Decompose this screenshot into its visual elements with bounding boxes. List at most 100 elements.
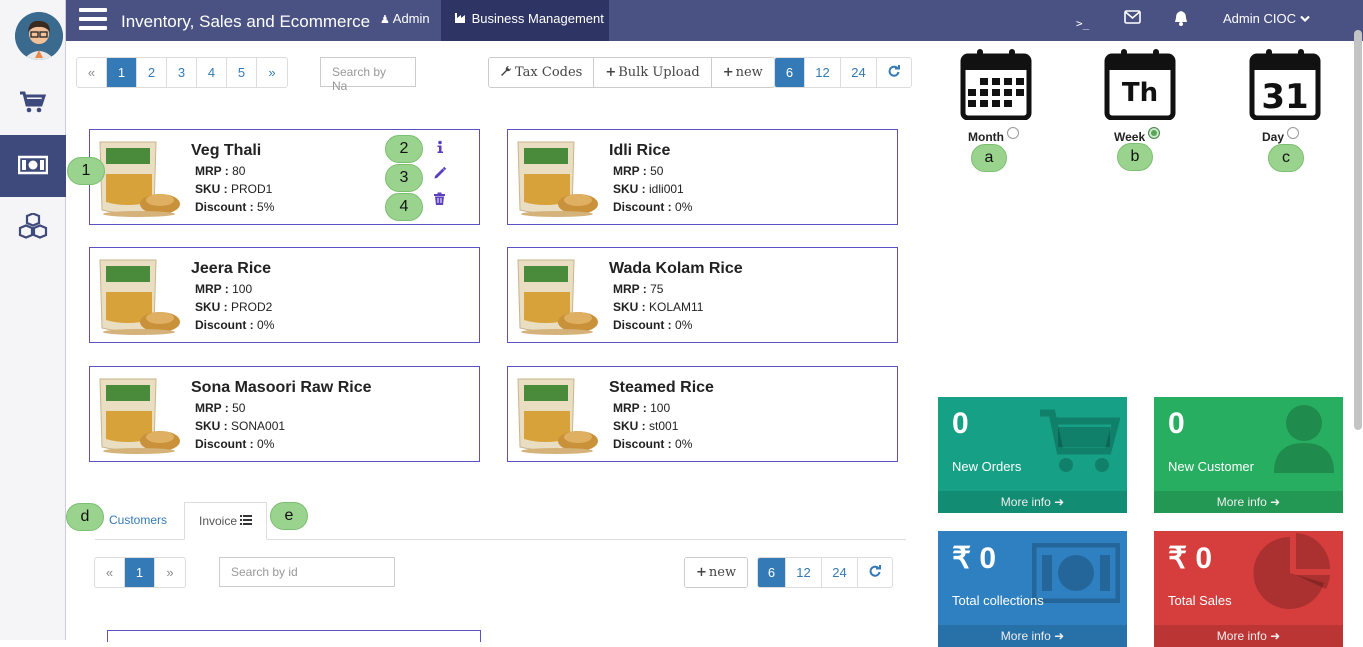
pagination-page-4[interactable]: 4 <box>197 58 227 87</box>
product-mrp: MRP : 100 <box>613 401 671 415</box>
product-name: Veg Thali <box>191 142 262 159</box>
tab-invoice[interactable]: Invoice <box>184 502 268 540</box>
week-icon-text: Th <box>1122 78 1158 108</box>
day-calendar-icon[interactable]: 31 <box>1249 48 1321 121</box>
new-invoice-button[interactable]: + new <box>685 558 748 587</box>
terminal-icon[interactable]: >_ <box>1076 17 1089 30</box>
page-scrollbar[interactable] <box>1354 30 1362 430</box>
annotation-marker-c: c <box>1268 144 1304 172</box>
stat-new-customer: 0 New Customer More info ➜ <box>1154 397 1343 513</box>
more-info-link[interactable]: More info ➜ <box>1154 625 1343 647</box>
sidebar-item-cart[interactable] <box>0 72 66 134</box>
user-menu[interactable]: Admin CIOC <box>1223 11 1310 26</box>
plus-icon: + <box>722 65 734 80</box>
invoice-search-input[interactable]: Search by id <box>219 557 395 587</box>
product-sku: SKU : idli001 <box>613 182 684 196</box>
bulk-upload-button[interactable]: + Bulk Upload <box>594 58 712 87</box>
month-label: Month <box>968 130 1004 144</box>
sidebar-item-inventory[interactable] <box>0 197 66 259</box>
month-calendar-icon[interactable] <box>960 48 1032 121</box>
pagination-next[interactable]: » <box>155 558 185 587</box>
invoice-card[interactable] <box>107 630 481 642</box>
product-name: Wada Kolam Rice <box>609 260 743 277</box>
week-calendar-icon[interactable]: Th <box>1104 48 1176 121</box>
trash-icon[interactable] <box>433 192 449 218</box>
pagination-page-1[interactable]: 1 <box>125 558 155 587</box>
pagination-next[interactable]: » <box>257 58 287 87</box>
sidebar-item-money[interactable] <box>0 135 66 197</box>
product-name: Sona Masoori Raw Rice <box>191 379 372 396</box>
nav-business-management-link[interactable]: Business Management <box>441 0 609 41</box>
product-card[interactable]: Sona Masoori Raw Rice MRP : 50 SKU : SON… <box>89 366 480 462</box>
plus-icon: + <box>605 65 617 80</box>
product-card[interactable]: Idli Rice MRP : 50 SKU : idli001 Discoun… <box>507 129 898 225</box>
product-sku: SKU : st001 <box>613 419 679 433</box>
pagination-page-2[interactable]: 2 <box>137 58 167 87</box>
stat-new-orders: 0 New Orders More info ➜ <box>938 397 1127 513</box>
more-info-link[interactable]: More info ➜ <box>938 491 1127 513</box>
week-option[interactable]: Week <box>1114 127 1161 144</box>
tab-invoice-label: Invoice <box>199 514 238 528</box>
arrow-circle-right-icon: ➜ <box>1054 629 1065 643</box>
tax-codes-button[interactable]: Tax Codes <box>489 58 595 87</box>
tax-codes-label: Tax Codes <box>515 65 583 80</box>
product-name: Jeera Rice <box>191 260 272 277</box>
info-icon[interactable] <box>433 140 449 166</box>
page-size-24[interactable]: 24 <box>841 58 877 87</box>
month-option[interactable]: Month <box>968 127 1019 144</box>
product-card[interactable]: Wada Kolam Rice MRP : 75 SKU : KOLAM11 D… <box>507 247 898 343</box>
chevron-down-icon <box>1299 11 1310 26</box>
stat-label: New Orders <box>952 459 1022 474</box>
nav-business-label: Business Management <box>471 11 604 26</box>
product-image <box>96 258 182 336</box>
product-sku: SKU : PROD1 <box>195 182 273 196</box>
stat-label: Total Sales <box>1168 593 1232 608</box>
refresh-button[interactable] <box>877 58 911 87</box>
refresh-button[interactable] <box>858 558 892 587</box>
more-info-link[interactable]: More info ➜ <box>938 625 1127 647</box>
app-title: Inventory, Sales and Ecommerce <box>121 12 371 31</box>
user-avatar[interactable] <box>15 12 63 60</box>
stat-value: ₹ 0 <box>1168 542 1213 575</box>
page-size-12[interactable]: 12 <box>805 58 841 87</box>
pagination-page-1[interactable]: 1 <box>107 58 137 87</box>
product-card[interactable]: Steamed Rice MRP : 100 SKU : st001 Disco… <box>507 366 898 462</box>
refresh-icon <box>888 64 900 80</box>
page-size-6[interactable]: 6 <box>775 58 805 87</box>
page-size-24[interactable]: 24 <box>822 558 858 587</box>
arrow-circle-right-icon: ➜ <box>1270 495 1281 509</box>
nav-admin-link[interactable]: ♟ Admin <box>380 11 430 26</box>
mail-icon[interactable] <box>1124 10 1141 27</box>
product-mrp: MRP : 50 <box>613 164 664 178</box>
hamburger-menu-icon[interactable] <box>79 8 107 32</box>
edit-pencil-icon[interactable] <box>433 166 449 192</box>
product-toolbar: Tax Codes + Bulk Upload + new <box>488 57 775 88</box>
product-search-input[interactable]: Search by Na <box>320 57 416 93</box>
product-sku: SKU : SONA001 <box>195 419 286 433</box>
bell-icon[interactable] <box>1173 10 1189 29</box>
new-product-button[interactable]: + new <box>711 58 774 87</box>
products-pagination: « 1 2 3 4 5 » <box>76 57 288 88</box>
list-icon <box>240 514 253 528</box>
week-radio[interactable] <box>1148 127 1161 139</box>
wrench-icon <box>500 65 512 81</box>
product-image <box>96 140 182 218</box>
pagination-page-5[interactable]: 5 <box>227 58 257 87</box>
tab-customers[interactable]: Customers <box>95 502 181 540</box>
day-radio[interactable] <box>1287 127 1300 139</box>
day-option[interactable]: Day <box>1262 127 1300 144</box>
month-radio[interactable] <box>1006 127 1019 139</box>
pagination-prev[interactable]: « <box>95 558 125 587</box>
refresh-icon <box>869 564 881 580</box>
annotation-marker-a: a <box>971 144 1007 172</box>
page-size-6[interactable]: 6 <box>758 558 786 587</box>
day-icon-text: 31 <box>1261 77 1308 117</box>
cart-icon <box>1040 409 1120 472</box>
pagination-page-3[interactable]: 3 <box>167 58 197 87</box>
page-size-12[interactable]: 12 <box>786 558 822 587</box>
product-discount: Discount : 0% <box>195 437 275 451</box>
more-info-link[interactable]: More info ➜ <box>1154 491 1343 513</box>
pagination-prev[interactable]: « <box>77 58 107 87</box>
product-card[interactable]: Jeera Rice MRP : 100 SKU : PROD2 Discoun… <box>89 247 480 343</box>
product-image <box>96 377 182 455</box>
